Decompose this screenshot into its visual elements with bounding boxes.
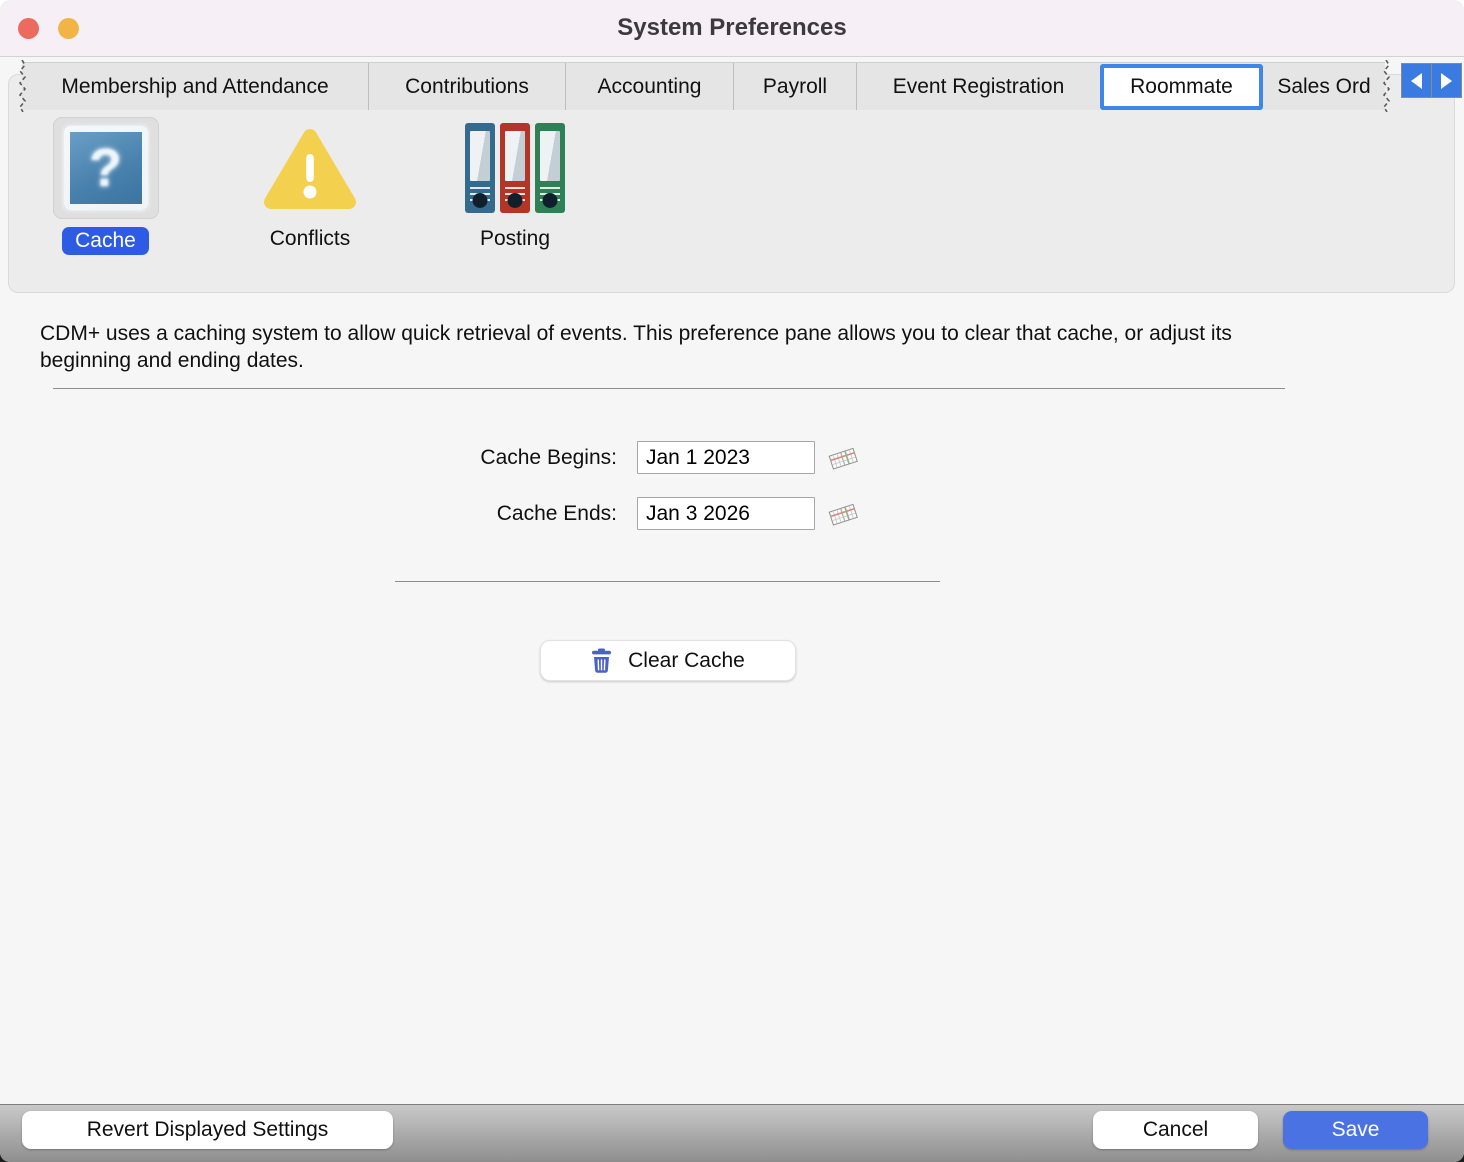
pane-description: CDM+ uses a caching system to allow quic… [40, 320, 1290, 374]
warning-triangle-icon [263, 125, 357, 211]
pane-label-conflicts: Conflicts [270, 227, 351, 251]
tab-roommate[interactable]: Roommate [1100, 64, 1263, 110]
tab-contributions[interactable]: Contributions [368, 63, 565, 110]
revert-displayed-settings-button[interactable]: Revert Displayed Settings [22, 1111, 393, 1149]
cache-begins-input[interactable] [637, 441, 815, 474]
tab-bar: Membership and Attendance Contributions … [22, 62, 1385, 110]
left-arrow-icon [1411, 73, 1422, 89]
clear-cache-label: Clear Cache [628, 649, 745, 673]
cache-ends-input[interactable] [637, 497, 815, 530]
window-title: System Preferences [0, 14, 1464, 42]
tab-accounting[interactable]: Accounting [565, 63, 733, 110]
tab-sales-order[interactable]: Sales Ord [1263, 63, 1385, 110]
trash-icon [591, 648, 612, 674]
binders-icon [465, 123, 565, 213]
pane-item-conflicts[interactable]: Conflicts [243, 116, 377, 251]
tab-membership-and-attendance[interactable]: Membership and Attendance [22, 63, 368, 110]
tab-event-registration[interactable]: Event Registration [856, 63, 1100, 110]
pane-label-cache: Cache [62, 227, 149, 255]
divider [53, 388, 1285, 389]
tab-strip-torn-edge-left [17, 60, 27, 112]
cache-ends-row: Cache Ends: [400, 497, 900, 530]
pane-item-posting[interactable]: Posting [448, 116, 582, 251]
cache-begins-label: Cache Begins: [400, 441, 617, 474]
tab-strip-torn-edge-right [1381, 60, 1391, 112]
cache-selection-highlight: ? [53, 117, 159, 219]
system-preferences-window: System Preferences Membership and Attend… [0, 0, 1464, 1162]
calendar-picker-icon[interactable] [826, 443, 860, 473]
calendar-picker-icon[interactable] [826, 499, 860, 529]
scroll-tabs-left-button[interactable] [1402, 64, 1431, 97]
cache-ends-label: Cache Ends: [400, 497, 617, 530]
divider [395, 581, 940, 582]
pane-label-posting: Posting [480, 227, 550, 251]
title-bar: System Preferences [0, 0, 1464, 57]
cache-begins-row: Cache Begins: [400, 441, 900, 474]
scroll-tabs-right-button[interactable] [1432, 64, 1461, 97]
right-arrow-icon [1441, 73, 1452, 89]
tab-scroll-arrows [1401, 63, 1462, 98]
pane-item-cache[interactable]: ? Cache [48, 116, 163, 255]
tab-payroll[interactable]: Payroll [733, 63, 856, 110]
question-mark-icon: ? [64, 126, 148, 210]
save-button[interactable]: Save [1283, 1111, 1428, 1149]
footer-bar: Revert Displayed Settings Cancel Save [0, 1104, 1464, 1162]
cancel-button[interactable]: Cancel [1093, 1111, 1258, 1149]
clear-cache-button[interactable]: Clear Cache [540, 640, 796, 681]
